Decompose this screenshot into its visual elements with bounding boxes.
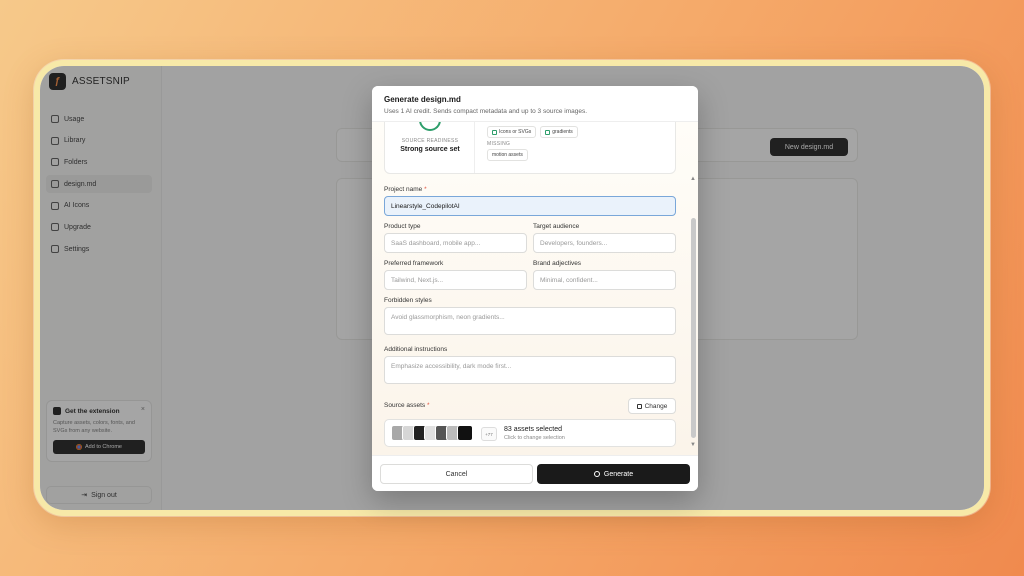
additional-instructions-label: Additional instructions [384, 346, 448, 353]
generate-label: Generate [603, 470, 634, 478]
forbidden-styles-textarea[interactable]: Avoid glassmorphism, neon gradients... [384, 307, 676, 335]
source-readiness-card: SOURCE READINESS Strong source set Icons… [384, 122, 676, 174]
scroll-down-icon[interactable]: ▼ [690, 442, 696, 448]
readiness-gauge-icon [419, 122, 441, 131]
forbidden-styles-label: Forbidden styles [384, 297, 432, 304]
dialog-subtitle: Uses 1 AI credit. Sends compact metadata… [384, 108, 588, 115]
source-assets-label: Source assets * [384, 402, 430, 409]
dialog-footer: Cancel Generate [372, 455, 698, 491]
generate-button[interactable]: Generate [537, 464, 690, 484]
project-name-label-text: Project name [384, 186, 423, 193]
chip-label: gradients [552, 129, 573, 135]
assets-hint: Click to change selection [504, 435, 565, 441]
present-chip: Icons or SVGs [487, 126, 537, 138]
lock-icon [636, 403, 642, 409]
product-type-label: Product type [384, 223, 421, 230]
readiness-value: Strong source set [400, 146, 460, 153]
brand-adjectives-label: Brand adjectives [533, 260, 582, 267]
generate-dialog: Generate design.md Uses 1 AI credit. Sen… [372, 86, 698, 491]
missing-label: MISSING [487, 141, 511, 147]
more-assets-badge: +77 [481, 427, 497, 441]
scroll-up-icon[interactable]: ▲ [690, 176, 696, 182]
readiness-score: SOURCE READINESS Strong source set [385, 122, 475, 173]
cancel-button[interactable]: Cancel [380, 464, 533, 484]
scrollbar-thumb[interactable] [691, 218, 696, 438]
source-assets-selector[interactable]: +77 83 assets selected Click to change s… [384, 419, 676, 447]
present-chip: gradients [540, 126, 578, 138]
product-type-input[interactable]: SaaS dashboard, mobile app... [384, 233, 527, 253]
chip-label: Icons or SVGs [499, 129, 532, 135]
assets-count: 83 assets selected [504, 426, 562, 433]
missing-chip: motion assets [487, 149, 528, 161]
dialog-body[interactable]: SOURCE READINESS Strong source set Icons… [372, 122, 698, 455]
readiness-label: SOURCE READINESS [401, 138, 459, 144]
brand-adjectives-input[interactable]: Minimal, confident... [533, 270, 676, 290]
preferred-framework-input[interactable]: Tailwind, Next.js... [384, 270, 527, 290]
target-audience-label: Target audience [533, 223, 580, 230]
generate-icon [593, 471, 600, 477]
dialog-header: Generate design.md Uses 1 AI credit. Sen… [372, 86, 698, 122]
project-name-label: Project name * [384, 186, 427, 193]
change-assets-button[interactable]: Change [628, 398, 676, 414]
required-mark: * [424, 186, 427, 193]
check-icon [545, 129, 551, 135]
preferred-framework-label: Preferred framework [384, 260, 444, 267]
required-mark: * [427, 402, 430, 409]
asset-thumbnails [391, 425, 473, 441]
source-assets-label-text: Source assets [384, 402, 426, 409]
project-name-input[interactable]: Linearstyle_CodepilotAI [384, 196, 676, 216]
present-chips: Icons or SVGs gradients [487, 126, 578, 138]
asset-thumbnail [457, 425, 473, 441]
dialog-title: Generate design.md [384, 95, 461, 104]
target-audience-input[interactable]: Developers, founders... [533, 233, 676, 253]
check-icon [492, 129, 497, 135]
additional-instructions-textarea[interactable]: Emphasize accessibility, dark mode first… [384, 356, 676, 384]
change-label: Change [644, 402, 668, 410]
dialog-scrollbar[interactable]: ▲ ▼ [690, 176, 696, 448]
